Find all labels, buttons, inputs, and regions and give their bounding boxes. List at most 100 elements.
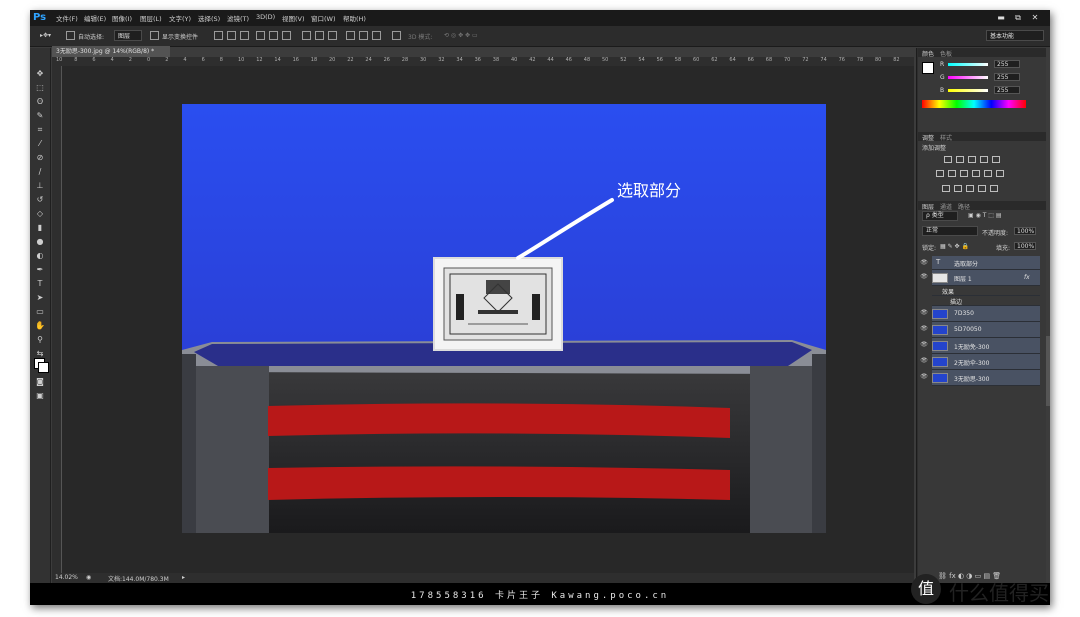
layer-row-2[interactable]: 👁 2无励伞-300 <box>920 354 1040 370</box>
auto-align-icon[interactable] <box>392 31 401 40</box>
visibility-eye-icon[interactable]: 👁 <box>920 356 928 366</box>
history-brush-tool-icon[interactable]: ↺ <box>34 194 46 205</box>
distribute-top-icon[interactable] <box>302 31 311 40</box>
distribute-hcenter-icon[interactable] <box>359 31 368 40</box>
brightness-icon[interactable] <box>944 156 952 163</box>
vibrance-icon[interactable] <box>992 156 1000 163</box>
brush-tool-icon[interactable]: ∕ <box>34 166 46 177</box>
3d-orbit-icon[interactable]: ⟲ ◎ ✥ ✥ ▭ <box>444 32 478 39</box>
align-hcenter-icon[interactable] <box>269 31 278 40</box>
menu-3d[interactable]: 3D(D) <box>256 13 275 21</box>
gradient-map-icon[interactable] <box>978 185 986 192</box>
lock-icons[interactable]: ▦ ✎ ✥ 🔒 <box>940 243 969 250</box>
move-tool-icon[interactable]: ✥ <box>34 68 46 79</box>
levels-icon[interactable] <box>956 156 964 163</box>
zoom-level[interactable]: 14.02% <box>55 574 78 581</box>
document-image[interactable]: 选取部分 <box>182 104 826 533</box>
status-arrow-icon[interactable]: ▸ <box>182 574 185 581</box>
exposure-icon[interactable] <box>980 156 988 163</box>
quick-mask-icon[interactable]: ◙ <box>34 376 46 387</box>
selective-color-icon[interactable] <box>990 185 998 192</box>
color-spectrum[interactable] <box>922 100 1026 108</box>
channel-r-value[interactable]: 255 <box>994 60 1020 68</box>
visibility-eye-icon[interactable]: 👁 <box>920 372 928 382</box>
menu-type[interactable]: 文字(Y) <box>169 13 191 23</box>
align-top-icon[interactable] <box>214 31 223 40</box>
crop-tool-icon[interactable]: ⌗ <box>34 124 46 135</box>
tab-channels[interactable]: 通道 <box>940 202 952 211</box>
canvas-area[interactable]: 选取部分 <box>62 66 914 580</box>
menu-layer[interactable]: 图层(L) <box>140 13 162 23</box>
quick-select-tool-icon[interactable]: ✎ <box>34 110 46 121</box>
align-left-icon[interactable] <box>256 31 265 40</box>
tab-layers[interactable]: 图层 <box>922 202 934 211</box>
status-info-icon[interactable]: ◉ <box>86 574 91 581</box>
black-white-icon[interactable] <box>960 170 968 177</box>
visibility-eye-icon[interactable]: 👁 <box>920 272 928 282</box>
menu-window[interactable]: 窗口(W) <box>311 13 336 23</box>
color-fg-swatch[interactable] <box>922 62 934 74</box>
move-tool-preset-icon[interactable]: ▸✥▾ <box>40 32 51 39</box>
pen-tool-icon[interactable]: ✒ <box>34 264 46 275</box>
layer-row-7d350[interactable]: 👁 7D350 <box>920 306 1040 322</box>
panel-scrollbar[interactable] <box>1046 336 1050 406</box>
type-tool-icon[interactable]: T <box>34 278 46 289</box>
menu-filter[interactable]: 滤镜(T) <box>227 13 249 23</box>
tab-paths[interactable]: 路径 <box>958 202 970 211</box>
curves-icon[interactable] <box>968 156 976 163</box>
menu-help[interactable]: 帮助(H) <box>343 13 366 23</box>
tab-styles[interactable]: 样式 <box>940 133 952 142</box>
photo-filter-icon[interactable] <box>972 170 980 177</box>
hand-tool-icon[interactable]: ✋ <box>34 320 46 331</box>
channel-g-value[interactable]: 255 <box>994 73 1020 81</box>
path-select-tool-icon[interactable]: ➤ <box>34 292 46 303</box>
close-button[interactable]: ✕ <box>1028 12 1042 23</box>
distribute-vcenter-icon[interactable] <box>315 31 324 40</box>
zoom-tool-icon[interactable]: ⚲ <box>34 334 46 345</box>
visibility-eye-icon[interactable]: 👁 <box>920 308 928 318</box>
layer-effects-row[interactable]: 效果 <box>932 286 1040 296</box>
layer-row-layer1[interactable]: 👁 图层 1 fx <box>920 270 1040 286</box>
blur-tool-icon[interactable]: ● <box>34 236 46 247</box>
workspace-dropdown[interactable]: 基本功能 <box>986 30 1044 41</box>
hue-sat-icon[interactable] <box>936 170 944 177</box>
auto-select-checkbox[interactable] <box>66 31 75 40</box>
invert-icon[interactable] <box>942 185 950 192</box>
distribute-left-icon[interactable] <box>346 31 355 40</box>
layer-row-5d70050[interactable]: 👁 5D70050 <box>920 322 1040 338</box>
layer-stroke-row[interactable]: 描边 <box>932 296 1040 306</box>
background-color-swatch[interactable] <box>38 362 49 373</box>
distribute-right-icon[interactable] <box>372 31 381 40</box>
show-transform-checkbox[interactable] <box>150 31 159 40</box>
layer-row-text[interactable]: 👁 T 选取部分 <box>920 256 1040 270</box>
lasso-tool-icon[interactable]: ʘ <box>34 96 46 107</box>
color-lookup-icon[interactable] <box>996 170 1004 177</box>
fx-indicator[interactable]: fx <box>1024 274 1030 281</box>
menu-edit[interactable]: 编辑(E) <box>84 13 106 23</box>
stamp-tool-icon[interactable]: ⊥ <box>34 180 46 191</box>
align-vcenter-icon[interactable] <box>227 31 236 40</box>
healing-tool-icon[interactable]: ⊘ <box>34 152 46 163</box>
dodge-tool-icon[interactable]: ◐ <box>34 250 46 261</box>
gradient-tool-icon[interactable]: ▮ <box>34 222 46 233</box>
marquee-tool-icon[interactable]: ⬚ <box>34 82 46 93</box>
channel-b-slider[interactable] <box>948 89 988 92</box>
color-balance-icon[interactable] <box>948 170 956 177</box>
channel-g-slider[interactable] <box>948 76 988 79</box>
visibility-eye-icon[interactable]: 👁 <box>920 340 928 350</box>
layer-filter-dropdown[interactable]: ρ 类型 <box>922 211 958 221</box>
tab-swatches[interactable]: 色板 <box>940 49 952 58</box>
tab-adjustments[interactable]: 调整 <box>922 133 934 142</box>
menu-select[interactable]: 选择(S) <box>198 13 220 23</box>
channel-b-value[interactable]: 255 <box>994 86 1020 94</box>
fill-value[interactable]: 100% <box>1014 242 1036 250</box>
document-tab[interactable]: 3无励思-300.jpg @ 14%(RGB/8) * <box>52 46 170 57</box>
visibility-eye-icon[interactable]: 👁 <box>920 258 928 268</box>
channel-mixer-icon[interactable] <box>984 170 992 177</box>
shape-tool-icon[interactable]: ▭ <box>34 306 46 317</box>
channel-r-slider[interactable] <box>948 63 988 66</box>
posterize-icon[interactable] <box>954 185 962 192</box>
blend-mode-dropdown[interactable]: 正常 <box>922 226 978 236</box>
menu-view[interactable]: 视图(V) <box>282 13 305 23</box>
screen-mode-icon[interactable]: ▣ <box>34 390 46 401</box>
